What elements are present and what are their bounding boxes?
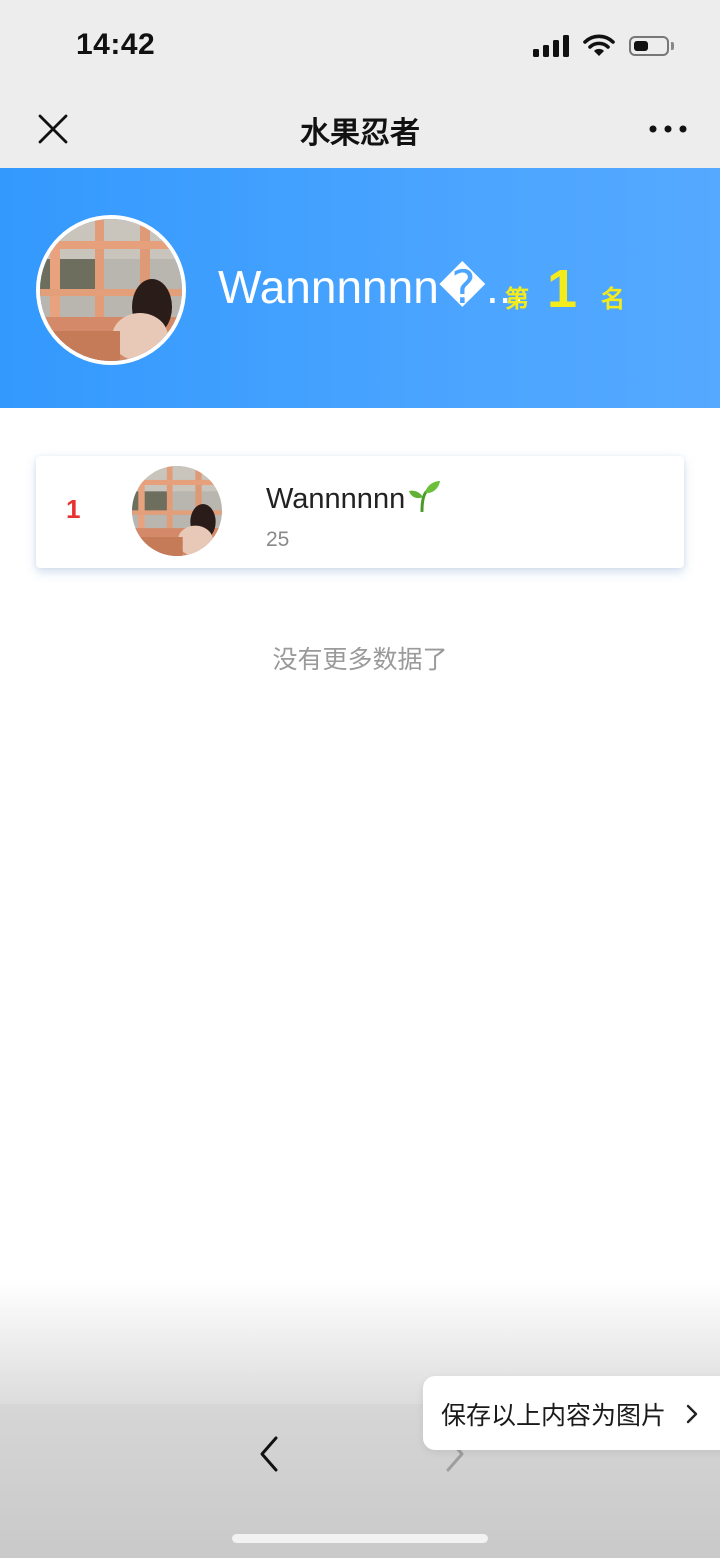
status-icons [533, 34, 674, 58]
page-title: 水果忍者 [300, 116, 420, 151]
status-bar: 14:42 [0, 0, 720, 90]
row-score: 25 [266, 528, 290, 551]
avatar [36, 215, 186, 365]
save-as-image-label: 保存以上内容为图片 [441, 1401, 667, 1430]
hero-banner: Wannnnnn�... 第 1 名 [0, 168, 720, 408]
table-row[interactable]: 1 Wannnnnn 25 [36, 456, 684, 568]
avatar [132, 466, 222, 556]
rank-suffix: 名 [601, 285, 626, 313]
nav-bar: 水果忍者 [0, 90, 720, 168]
seedling-icon [409, 481, 441, 512]
save-as-image-button[interactable]: 保存以上内容为图片 [423, 1376, 720, 1450]
chevron-right-icon [686, 1404, 698, 1424]
chevron-left-icon[interactable] [254, 1434, 284, 1474]
end-of-list-text: 没有更多数据了 [272, 645, 448, 674]
row-name-wrap: Wannnnnn [266, 478, 441, 516]
rank-prefix: 第 [505, 285, 529, 313]
rank-number: 1 [547, 259, 578, 319]
battery-icon [629, 36, 674, 56]
signal-icon [533, 35, 569, 57]
home-indicator [232, 1534, 488, 1543]
status-time: 14:42 [76, 28, 156, 61]
row-rank: 1 [66, 494, 81, 524]
wifi-icon [583, 34, 615, 56]
hero-rank: 第 1 名 [505, 262, 625, 316]
hero-username: Wannnnnn�... [218, 261, 525, 313]
more-icon[interactable] [648, 114, 688, 144]
row-name: Wannnnnn [266, 483, 406, 515]
